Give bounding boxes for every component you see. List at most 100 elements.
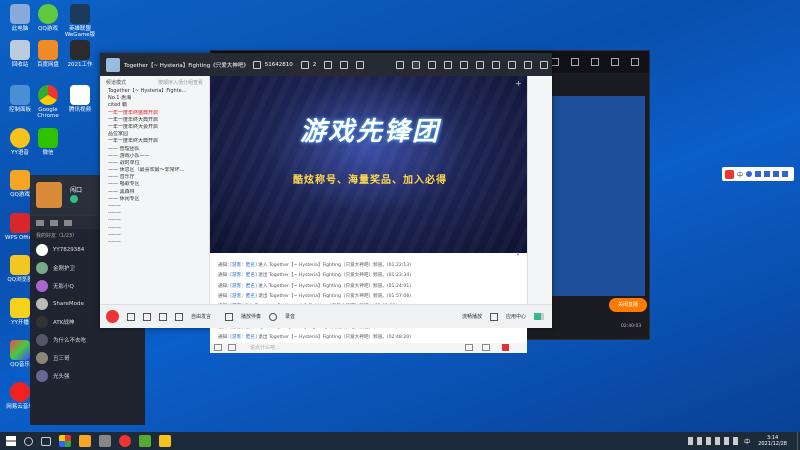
channel-tree-item[interactable]: —— 游戏小队—— xyxy=(100,153,209,160)
close-icon[interactable] xyxy=(540,60,548,69)
add-icon[interactable]: + xyxy=(515,79,522,88)
channel-tree-item[interactable]: —— 战时单位 xyxy=(100,160,209,167)
gamepad-icon[interactable] xyxy=(428,60,436,69)
channel-tree-item[interactable]: ------- xyxy=(100,203,209,210)
avatar[interactable] xyxy=(36,182,62,208)
scroll-down-icon[interactable]: ▾ xyxy=(210,253,527,261)
send-icon[interactable] xyxy=(465,344,473,351)
channel-tree-item[interactable]: ------- xyxy=(100,225,209,232)
channel-tree-item[interactable]: —— 休闲专区 xyxy=(100,196,209,203)
quality-select[interactable]: 流畅播放 xyxy=(462,313,482,320)
chat-tab-icon[interactable] xyxy=(36,219,44,226)
channel-tree-item[interactable]: —— 管理团队 xyxy=(100,146,209,153)
mic-settings-icon[interactable] xyxy=(175,312,183,321)
message-user[interactable]: [游客：匿名] xyxy=(230,294,257,299)
input-lang[interactable]: 中 xyxy=(744,437,750,446)
app-center-button[interactable]: 应用中心 xyxy=(506,313,526,320)
channel-tree-item[interactable]: cited 霸 xyxy=(100,102,209,109)
desktop-icon-lol[interactable]: 英雄联盟WeGame版 xyxy=(62,4,98,38)
yy-logo-icon[interactable] xyxy=(106,310,119,323)
channel-tree-item[interactable]: ------- xyxy=(100,239,209,246)
favorite-icon[interactable] xyxy=(340,60,349,69)
mic-icon[interactable] xyxy=(755,171,762,177)
chat-input[interactable]: 说点什么吧... xyxy=(250,344,280,351)
app-icon-yy[interactable] xyxy=(159,435,171,447)
list-item[interactable]: 为什么不去吃 xyxy=(30,331,145,349)
desktop-icon-work[interactable]: 2021工作 xyxy=(62,40,98,68)
tray-icons[interactable] xyxy=(688,437,739,445)
channel-tree-item[interactable]: 品位家园 xyxy=(100,131,209,138)
skin-icon[interactable] xyxy=(773,171,780,177)
group-tab-icon[interactable] xyxy=(64,219,72,226)
app-icon-folder[interactable] xyxy=(99,435,111,447)
keyboard-icon[interactable] xyxy=(764,171,771,177)
gift-icon[interactable] xyxy=(502,344,509,351)
app-icon-qqgame[interactable] xyxy=(79,435,91,447)
play-accompaniment-button[interactable]: 播放伴奏 xyxy=(241,313,261,320)
star-icon[interactable] xyxy=(324,60,333,69)
channel-tree-item[interactable]: ------- xyxy=(100,210,209,217)
ime-mode[interactable]: 中 xyxy=(737,170,743,179)
desktop-icon-chrome[interactable]: Google Chrome xyxy=(30,85,66,119)
channel-tree-item[interactable]: 一年一度年终盛典开启 xyxy=(100,110,209,117)
minimize-icon[interactable] xyxy=(611,58,619,66)
video-icon[interactable] xyxy=(396,60,404,69)
list-item[interactable]: 丑三哥 xyxy=(30,349,145,367)
status-icon[interactable] xyxy=(70,195,78,203)
image-icon[interactable] xyxy=(228,344,236,351)
punct-icon[interactable] xyxy=(746,171,753,177)
settings-icon[interactable] xyxy=(551,58,559,66)
desktop-icon-tencent-video[interactable]: 腾讯视频 xyxy=(62,85,98,113)
desktop-icon-baidu[interactable]: 百度网盘 xyxy=(30,40,66,68)
clock[interactable]: 3:14 2021/12/28 xyxy=(758,435,787,447)
channel-tree-item[interactable]: Together【~ Hysteria】Fighte... xyxy=(100,88,209,95)
promo-banner[interactable]: 游戏先锋团 酷炫称号、海量奖品、加入必得 + xyxy=(210,76,527,253)
settings-icon[interactable] xyxy=(460,60,468,69)
channel-tree-item[interactable]: 一年一度年终大典开启 xyxy=(100,138,209,145)
contacts-tab-icon[interactable] xyxy=(50,219,58,226)
message-user[interactable]: [游客：匿名] xyxy=(230,335,257,340)
channel-tree-item[interactable]: —— 音乐厅 xyxy=(100,174,209,181)
desktop-icon-wechat[interactable]: 微信 xyxy=(30,128,66,156)
microphone-icon[interactable] xyxy=(159,312,167,321)
desktop-icon-qqgame[interactable]: QQ游戏 xyxy=(30,4,66,32)
task-view-icon[interactable] xyxy=(41,436,51,446)
speak-mode-button[interactable]: 自由发言 xyxy=(191,313,211,320)
channel-tree-item[interactable]: No.1·惠海 xyxy=(100,95,209,102)
channel-mode-label[interactable]: 频道模式 xyxy=(106,79,126,86)
mail-icon[interactable] xyxy=(476,60,484,69)
search-icon[interactable] xyxy=(24,436,33,446)
copy-icon[interactable] xyxy=(252,60,261,69)
ime-toolbar[interactable]: 中 xyxy=(722,167,794,181)
shrink-icon[interactable] xyxy=(492,60,500,69)
pin-icon[interactable] xyxy=(591,58,599,66)
speaker-icon[interactable] xyxy=(127,312,135,321)
bag-icon[interactable] xyxy=(444,60,452,69)
app-icon-netease[interactable] xyxy=(119,435,131,447)
start-icon[interactable] xyxy=(6,436,16,446)
channel-tree-item[interactable]: —— 唱歌专区 xyxy=(100,181,209,188)
close-icon[interactable] xyxy=(631,58,639,66)
headset-icon[interactable] xyxy=(143,312,151,321)
channel-tree-item[interactable]: 一年一度年终大会开启 xyxy=(100,124,209,131)
close-live-button[interactable]: 关闭直播 xyxy=(609,298,647,312)
toolbox-icon[interactable] xyxy=(782,171,789,177)
message-user[interactable]: [游客：匿名] xyxy=(230,273,257,278)
maximize-icon[interactable] xyxy=(524,60,532,69)
share-icon[interactable] xyxy=(356,60,365,69)
channel-tree-item[interactable]: ------- xyxy=(100,232,209,239)
lock-icon[interactable] xyxy=(571,58,579,66)
channel-avatar[interactable] xyxy=(106,57,120,72)
channel-tree-item[interactable]: 一年一度年终大典开启 xyxy=(100,117,209,124)
app-icon-game[interactable] xyxy=(139,435,151,447)
minimize-icon[interactable] xyxy=(508,60,516,69)
emoji-icon[interactable] xyxy=(214,344,222,351)
message-user[interactable]: [游客：匿名] xyxy=(230,263,257,268)
app-icon-colorful[interactable] xyxy=(59,435,71,447)
record-button[interactable]: 录音 xyxy=(285,313,295,320)
message-user[interactable]: [游客：匿名] xyxy=(230,284,257,289)
home-icon[interactable] xyxy=(412,60,420,69)
list-item[interactable]: 光头强 xyxy=(30,367,145,385)
channel-tree-item[interactable]: —— 休息区（最喜欢最～非常坏… xyxy=(100,167,209,174)
channel-mode-note[interactable]: 按顺序入场分组查看 xyxy=(158,79,203,86)
